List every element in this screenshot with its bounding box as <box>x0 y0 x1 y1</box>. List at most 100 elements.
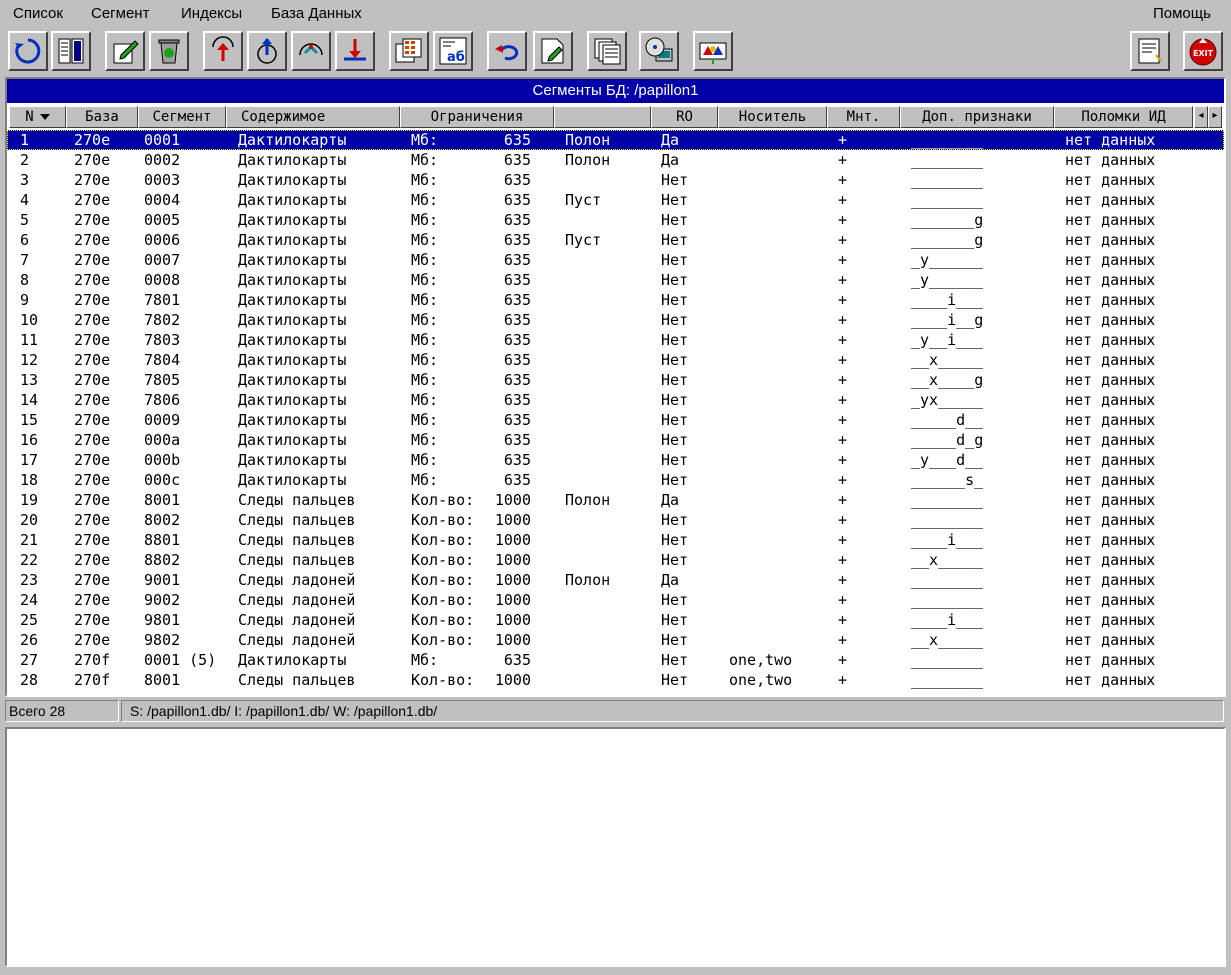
cell-n: 11 <box>20 331 39 349</box>
exit-button[interactable]: EXIT <box>1183 31 1223 71</box>
cell-damage: нет данных <box>1065 551 1156 569</box>
cell-content: Дактилокарты <box>238 451 347 469</box>
table-row[interactable]: 22 270e 8802 Следы пальцев Кол-во: 1000 Нет + __… <box>7 550 1224 570</box>
table-row[interactable]: 15 270e 0009 Дактилокарты Мб: 635 Нет + _____d__… <box>7 410 1224 430</box>
cell-damage: нет данных <box>1065 371 1156 389</box>
notes-button[interactable] <box>1130 31 1170 71</box>
move-up-button[interactable] <box>203 31 243 71</box>
details-pane[interactable] <box>5 727 1226 967</box>
table-row[interactable]: 18 270e 000c Дактилокарты Мб: 635 Нет + ______s_… <box>7 470 1224 490</box>
table-row[interactable]: 10 270e 7802 Дактилокарты Мб: 635 Нет + ____i__g… <box>7 310 1224 330</box>
table-row[interactable]: 16 270e 000a Дактилокарты Мб: 635 Нет + _____d_g… <box>7 430 1224 450</box>
cell-base: 270e <box>74 271 111 289</box>
table-row[interactable]: 27 270f 0001 (5) Дактилокарты Мб: 635 Нет one,t… <box>7 650 1224 670</box>
table-row[interactable]: 2 270e 0002 Дактилокарты Мб: 635 Полон Да + _____… <box>7 150 1224 170</box>
stack-icon <box>594 38 621 65</box>
cell-mount: + <box>838 611 848 629</box>
table-row[interactable]: 6 270e 0006 Дактилокарты Мб: 635 Пуст Нет + _____… <box>7 230 1224 250</box>
cell-extra: __x_____ <box>911 351 984 369</box>
table-row[interactable]: 8 270e 0008 Дактилокарты Мб: 635 Нет + _y______ н… <box>7 270 1224 290</box>
column-header-n[interactable]: N <box>9 106 66 128</box>
cell-limit-label: Мб: <box>411 151 439 169</box>
document-edit-button[interactable] <box>533 31 573 71</box>
cell-ro: Да <box>661 571 680 589</box>
column-header-limits[interactable]: Ограничения <box>400 106 554 128</box>
cell-ro: Нет <box>661 471 689 489</box>
menu-help[interactable]: Помощь <box>1153 5 1211 23</box>
columns-button[interactable] <box>51 31 91 71</box>
disk-up-button[interactable] <box>247 31 287 71</box>
cell-ro: Нет <box>661 431 689 449</box>
recycle-button[interactable] <box>149 31 189 71</box>
cell-limit-value: 1000 <box>494 531 531 549</box>
column-header-media[interactable]: Носитель <box>718 106 827 128</box>
text-ab-button[interactable]: аб <box>433 31 473 71</box>
edit-button[interactable] <box>105 31 145 71</box>
table-row[interactable]: 11 270e 7803 Дактилокарты Мб: 635 Нет + _y__i___… <box>7 330 1224 350</box>
table-row[interactable]: 20 270e 8002 Следы пальцев Кол-во: 1000 Нет + __… <box>7 510 1224 530</box>
table-row[interactable]: 17 270e 000b Дактилокарты Мб: 635 Нет + _y___d__… <box>7 450 1224 470</box>
table-row[interactable]: 23 270e 9001 Следы ладоней Кол-во: 1000 Полон Д… <box>7 570 1224 590</box>
cell-content: Дактилокарты <box>238 191 347 209</box>
arc-button[interactable] <box>291 31 331 71</box>
table-row[interactable]: 24 270e 9002 Следы ладоней Кол-во: 1000 Нет + __… <box>7 590 1224 610</box>
cell-limit-value: 1000 <box>494 671 531 689</box>
cell-base: 270e <box>74 291 111 309</box>
table-row[interactable]: 26 270e 9802 Следы ладоней Кол-во: 1000 Нет + __… <box>7 630 1224 650</box>
cell-base: 270e <box>74 331 111 349</box>
cell-limit-value: 635 <box>503 271 531 289</box>
column-header-state[interactable] <box>554 106 651 128</box>
column-header-segment[interactable]: Сегмент <box>138 106 226 128</box>
table-row[interactable]: 13 270e 7805 Дактилокарты Мб: 635 Нет + __x____g… <box>7 370 1224 390</box>
cell-base: 270e <box>74 551 111 569</box>
menu-list[interactable]: Список <box>13 5 63 23</box>
notes-icon <box>1138 38 1162 64</box>
table-row[interactable]: 21 270e 8801 Следы пальцев Кол-во: 1000 Нет + __… <box>7 530 1224 550</box>
grid-copy-button[interactable] <box>389 31 429 71</box>
cell-base: 270f <box>74 651 111 669</box>
table-row[interactable]: 5 270e 0005 Дактилокарты Мб: 635 Нет + _______g н… <box>7 210 1224 230</box>
refresh-button[interactable] <box>8 31 48 71</box>
cell-mount: + <box>838 231 848 249</box>
table-row[interactable]: 3 270e 0003 Дактилокарты Мб: 635 Нет + ________ н… <box>7 170 1224 190</box>
table-row[interactable]: 28 270f 8001 Следы пальцев Кол-во: 1000 Нет one… <box>7 670 1224 690</box>
column-header-content[interactable]: Содержимое <box>226 106 400 128</box>
cell-base: 270e <box>74 391 111 409</box>
column-header-base[interactable]: База <box>66 106 138 128</box>
cell-ro: Нет <box>661 611 689 629</box>
cell-base: 270e <box>74 631 111 649</box>
cell-content: Дактилокарты <box>238 151 347 169</box>
stack-button[interactable] <box>587 31 627 71</box>
disk-computer-button[interactable] <box>639 31 679 71</box>
table-row[interactable]: 9 270e 7801 Дактилокарты Мб: 635 Нет + ____i___ н… <box>7 290 1224 310</box>
cell-ro: Нет <box>661 171 689 189</box>
table-row[interactable]: 4 270e 0004 Дактилокарты Мб: 635 Пуст Нет + _____… <box>7 190 1224 210</box>
table-row[interactable]: 25 270e 9801 Следы ладоней Кол-во: 1000 Нет + __… <box>7 610 1224 630</box>
network-button[interactable] <box>693 31 733 71</box>
columns-icon <box>58 38 84 64</box>
menu-indexes[interactable]: Индексы <box>181 5 242 23</box>
cell-limit-value: 635 <box>503 231 531 249</box>
table-row[interactable]: 1 270e 0001 Дактилокарты Мб: 635 Полон Да + _____… <box>7 130 1224 150</box>
cell-damage: нет данных <box>1065 431 1156 449</box>
undo-button[interactable] <box>487 31 527 71</box>
cell-content: Дактилокарты <box>238 231 347 249</box>
table-row[interactable]: 12 270e 7804 Дактилокарты Мб: 635 Нет + __x_____… <box>7 350 1224 370</box>
menu-database[interactable]: База Данных <box>271 5 362 23</box>
column-header-damage[interactable]: Поломки ИД <box>1054 106 1193 128</box>
table-row[interactable]: 14 270e 7806 Дактилокарты Мб: 635 Нет + _yx_____… <box>7 390 1224 410</box>
move-down-button[interactable] <box>335 31 375 71</box>
table-row[interactable]: 19 270e 8001 Следы пальцев Кол-во: 1000 Полон Д… <box>7 490 1224 510</box>
cell-content: Дактилокарты <box>238 291 347 309</box>
cell-segment: 0008 <box>144 271 181 289</box>
scroll-left-button[interactable]: ◂ <box>1194 106 1208 128</box>
table-row[interactable]: 7 270e 0007 Дактилокарты Мб: 635 Нет + _y______ н… <box>7 250 1224 270</box>
cell-limit-label: Кол-во: <box>411 511 475 529</box>
cell-damage: нет данных <box>1065 191 1156 209</box>
column-header-extra[interactable]: Доп. признаки <box>900 106 1054 128</box>
menu-segment[interactable]: Сегмент <box>91 5 149 23</box>
column-header-mount[interactable]: Мнт. <box>827 106 900 128</box>
cell-segment: 8001 <box>144 491 181 509</box>
scroll-right-button[interactable]: ▸ <box>1208 106 1222 128</box>
column-header-ro[interactable]: RO <box>651 106 718 128</box>
